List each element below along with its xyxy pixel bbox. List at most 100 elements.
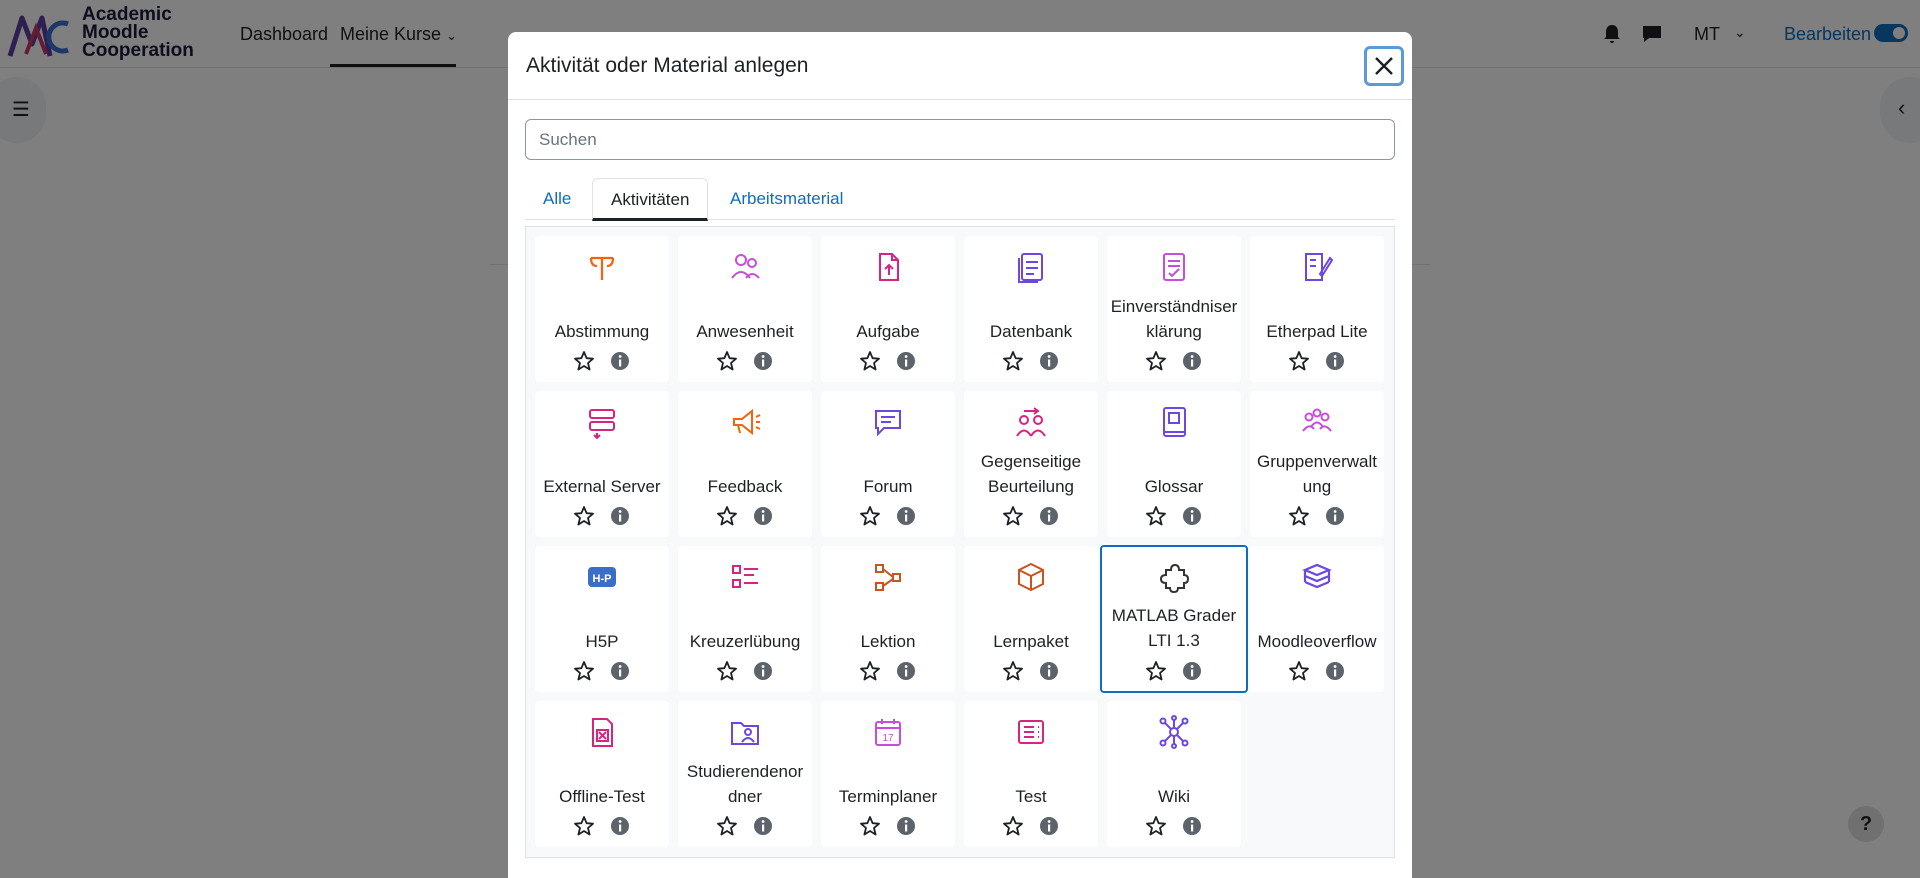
offline-quiz-icon xyxy=(592,718,613,747)
activity-actions xyxy=(1107,505,1241,529)
activity-label: Lektion xyxy=(860,632,916,651)
svg-text:17: 17 xyxy=(882,733,894,744)
star-icon[interactable] xyxy=(859,815,881,837)
info-icon[interactable] xyxy=(1038,350,1060,372)
activity-card[interactable]: Lektion xyxy=(821,546,955,692)
activity-actions xyxy=(821,350,955,374)
activity-actions xyxy=(535,660,669,684)
star-icon[interactable] xyxy=(1145,350,1167,372)
activity-card[interactable]: Gegenseitige Beurteilung xyxy=(964,391,1098,537)
search-input[interactable] xyxy=(525,119,1395,160)
tab-alle[interactable]: Alle xyxy=(525,178,589,220)
info-icon[interactable] xyxy=(895,350,917,372)
activity-card[interactable]: Wiki xyxy=(1107,701,1241,847)
star-icon[interactable] xyxy=(1145,815,1167,837)
activity-card[interactable]: Moodleoverflow xyxy=(1250,546,1384,692)
star-icon[interactable] xyxy=(1288,660,1310,682)
activity-label: Feedback xyxy=(707,477,783,496)
tab-arbeitsmaterial[interactable]: Arbeitsmaterial xyxy=(712,178,861,220)
activity-label: H5P xyxy=(585,632,619,651)
activity-card[interactable]: Forum xyxy=(821,391,955,537)
activity-chooser-modal: Aktivität oder Material anlegen Alle Akt… xyxy=(508,32,1412,878)
activity-actions xyxy=(1250,505,1384,529)
star-icon[interactable] xyxy=(573,505,595,527)
activity-label: Einverständniser klärung xyxy=(1110,297,1238,341)
external-server-icon xyxy=(589,409,615,439)
info-icon[interactable] xyxy=(752,815,774,837)
star-icon[interactable] xyxy=(1145,505,1167,527)
activity-card[interactable]: Lernpaket xyxy=(964,546,1098,692)
activity-label: Aufgabe xyxy=(856,322,920,341)
activity-card[interactable]: Feedback xyxy=(678,391,812,537)
info-icon[interactable] xyxy=(609,660,631,682)
activity-card[interactable]: Glossar xyxy=(1107,391,1241,537)
activity-card[interactable]: 17 Terminplaner xyxy=(821,701,955,847)
info-icon[interactable] xyxy=(1038,660,1060,682)
activity-card[interactable]: External Server xyxy=(535,391,669,537)
tab-bar: Alle Aktivitäten Arbeitsmaterial xyxy=(525,178,1395,221)
info-icon[interactable] xyxy=(1324,660,1346,682)
star-icon[interactable] xyxy=(573,815,595,837)
activity-actions xyxy=(821,660,955,684)
info-icon[interactable] xyxy=(752,505,774,527)
checklist-icon xyxy=(732,565,758,588)
star-icon[interactable] xyxy=(716,660,738,682)
info-icon[interactable] xyxy=(1181,815,1203,837)
info-icon[interactable] xyxy=(609,350,631,372)
activity-card[interactable]: Kreuzerlübung xyxy=(678,546,812,692)
calendar-icon: 17 xyxy=(875,719,901,746)
activity-card[interactable]: H-P H5P xyxy=(535,546,669,692)
info-icon[interactable] xyxy=(1181,660,1203,682)
activity-card[interactable]: Einverständniser klärung xyxy=(1107,236,1241,382)
star-icon[interactable] xyxy=(716,815,738,837)
choice-icon xyxy=(589,256,615,280)
activity-card[interactable]: Aufgabe xyxy=(821,236,955,382)
activity-card[interactable]: Gruppenverwalt ung xyxy=(1250,391,1384,537)
activity-grid: Abstimmung Anwesenheit Aufgabe Datenbank Ein… xyxy=(525,226,1395,858)
activity-card[interactable]: Studierendenor dner xyxy=(678,701,812,847)
info-icon[interactable] xyxy=(752,660,774,682)
star-icon[interactable] xyxy=(1002,815,1024,837)
activity-card[interactable]: Offline-Test xyxy=(535,701,669,847)
info-icon[interactable] xyxy=(752,350,774,372)
info-icon[interactable] xyxy=(895,505,917,527)
star-icon[interactable] xyxy=(1002,350,1024,372)
star-icon[interactable] xyxy=(859,505,881,527)
activity-card[interactable]: Anwesenheit xyxy=(678,236,812,382)
star-icon[interactable] xyxy=(1002,660,1024,682)
wiki-icon xyxy=(1159,715,1189,749)
info-icon[interactable] xyxy=(1181,505,1203,527)
tab-aktivitaeten[interactable]: Aktivitäten xyxy=(592,178,709,221)
activity-card[interactable]: MATLAB Grader LTI 1.3 xyxy=(1100,545,1248,693)
info-icon[interactable] xyxy=(609,505,631,527)
activity-label: MATLAB Grader LTI 1.3 xyxy=(1111,606,1237,650)
activity-card[interactable]: Abstimmung xyxy=(535,236,669,382)
star-icon[interactable] xyxy=(1288,350,1310,372)
activity-actions xyxy=(678,505,812,529)
info-icon[interactable] xyxy=(1181,350,1203,372)
activity-actions xyxy=(964,505,1098,529)
activity-card[interactable]: Datenbank xyxy=(964,236,1098,382)
star-icon[interactable] xyxy=(573,660,595,682)
info-icon[interactable] xyxy=(1324,505,1346,527)
star-icon[interactable] xyxy=(859,350,881,372)
close-button[interactable] xyxy=(1364,46,1404,86)
activity-actions xyxy=(964,815,1098,839)
activity-card[interactable]: Test xyxy=(964,701,1098,847)
star-icon[interactable] xyxy=(716,350,738,372)
info-icon[interactable] xyxy=(895,815,917,837)
star-icon[interactable] xyxy=(1002,505,1024,527)
close-icon xyxy=(1375,57,1393,75)
star-icon[interactable] xyxy=(1145,660,1167,682)
info-icon[interactable] xyxy=(1038,815,1060,837)
info-icon[interactable] xyxy=(1324,350,1346,372)
info-icon[interactable] xyxy=(895,660,917,682)
activity-card[interactable]: Etherpad Lite xyxy=(1250,236,1384,382)
star-icon[interactable] xyxy=(716,505,738,527)
info-icon[interactable] xyxy=(609,815,631,837)
activity-label: Gruppenverwalt ung xyxy=(1256,452,1377,496)
star-icon[interactable] xyxy=(1288,505,1310,527)
star-icon[interactable] xyxy=(859,660,881,682)
info-icon[interactable] xyxy=(1038,505,1060,527)
star-icon[interactable] xyxy=(573,350,595,372)
